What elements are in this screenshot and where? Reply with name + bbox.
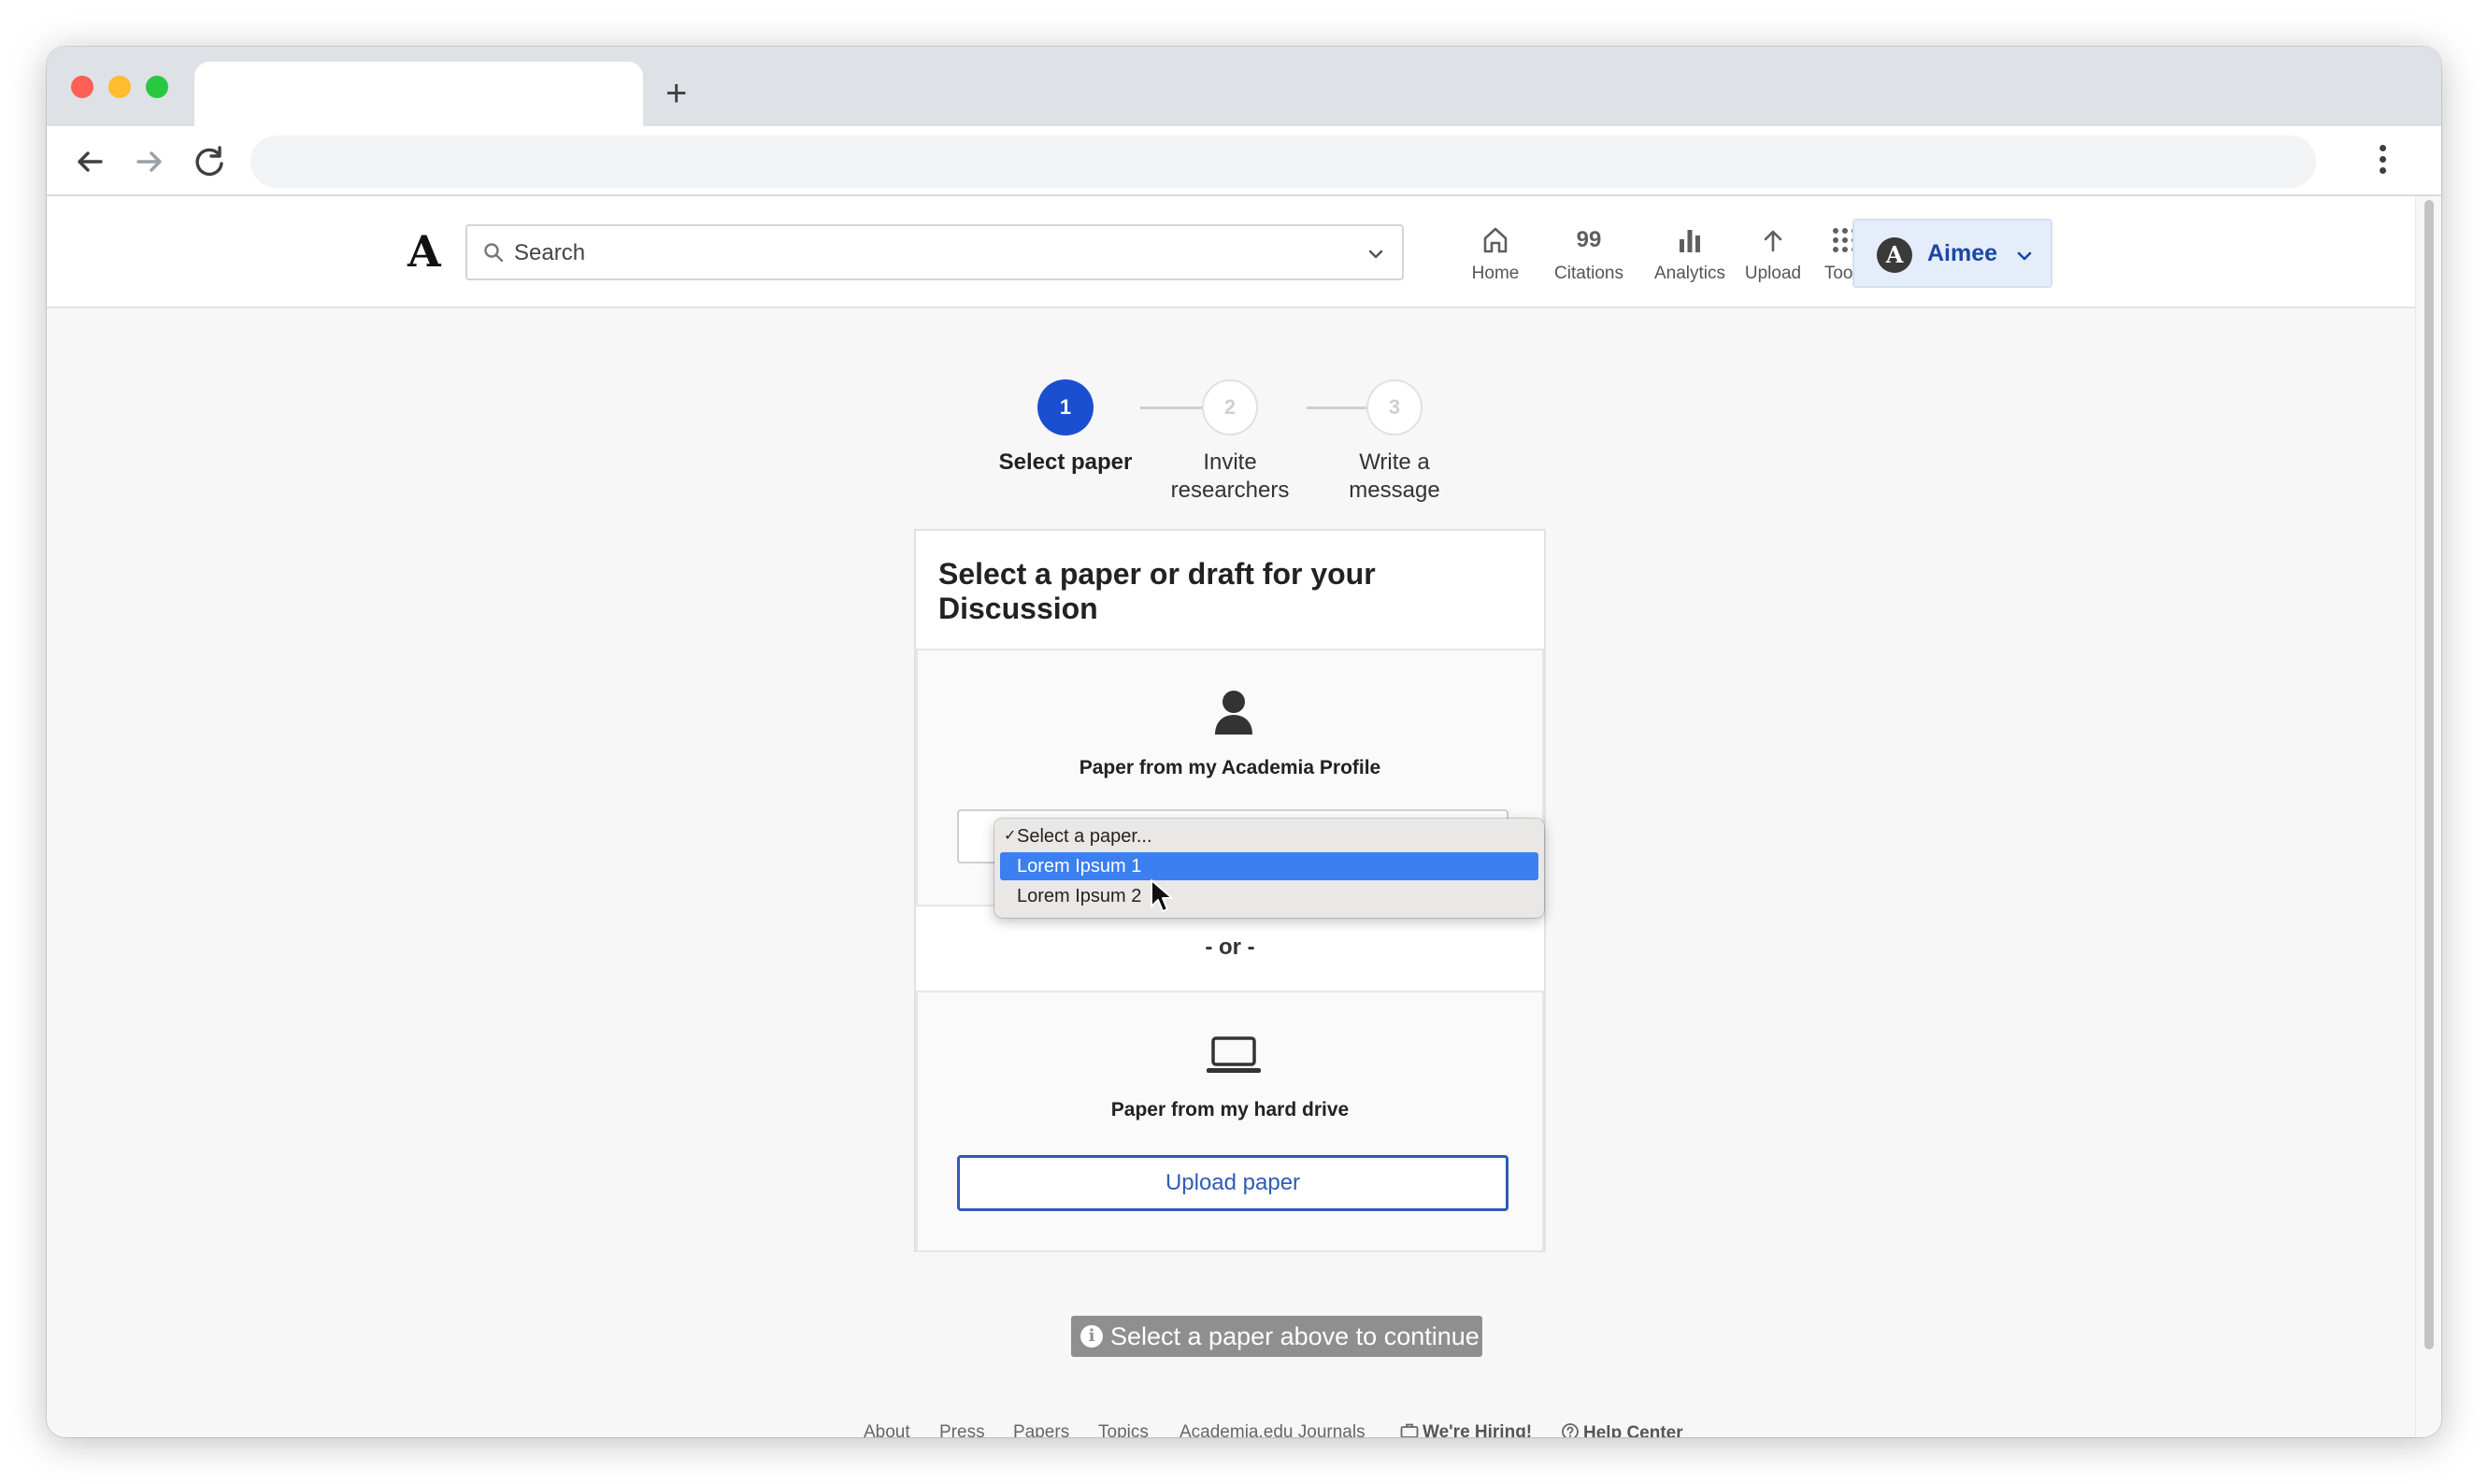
mouse-cursor-icon xyxy=(1151,879,1173,912)
continue-hint-text: Select a paper above to continue xyxy=(1110,1322,1480,1350)
minimize-window-button[interactable] xyxy=(108,76,131,98)
search-icon xyxy=(484,243,504,263)
help-icon xyxy=(1562,1423,1579,1437)
nav-analytics[interactable]: Analytics xyxy=(1643,222,1737,284)
footer-link-press[interactable]: Press xyxy=(939,1422,985,1437)
dropdown-option-lorem-ipsum-1[interactable]: Lorem Ipsum 1 xyxy=(1000,852,1538,880)
close-window-button[interactable] xyxy=(71,76,93,98)
user-menu-button[interactable]: A Aimee xyxy=(1852,219,2052,288)
site-header: A Search Home 99 Citations Analytics Upl… xyxy=(47,196,2415,308)
upload-paper-button[interactable]: Upload paper xyxy=(957,1155,1509,1211)
analytics-icon xyxy=(1643,222,1737,258)
footer-hiring-label: We're Hiring! xyxy=(1423,1422,1533,1437)
step-3-circle: 3 xyxy=(1366,379,1423,435)
footer-help-label: Help Center xyxy=(1583,1423,1683,1437)
nav-upload-label: Upload xyxy=(1744,264,1802,283)
footer-link-topics[interactable]: Topics xyxy=(1098,1422,1149,1437)
nav-upload[interactable]: Upload xyxy=(1740,222,1806,284)
nav-citations[interactable]: 99 Citations xyxy=(1542,222,1636,284)
address-bar[interactable] xyxy=(250,136,2316,188)
browser-menu-icon[interactable] xyxy=(2380,145,2387,174)
hard-drive-panel: Paper from my hard drive Upload paper xyxy=(916,991,1544,1252)
back-arrow-icon[interactable] xyxy=(69,141,110,182)
or-divider: - or - xyxy=(1205,935,1255,960)
tab-bar: + xyxy=(47,47,2441,126)
home-icon xyxy=(1467,222,1523,258)
profile-panel-title: Paper from my Academia Profile xyxy=(1079,757,1381,778)
person-icon xyxy=(1215,691,1252,735)
nav-home[interactable]: Home xyxy=(1467,222,1523,284)
scrollbar-thumb[interactable] xyxy=(2424,200,2434,1349)
dropdown-option-label: Lorem Ipsum 1 xyxy=(1017,856,1142,877)
nav-citations-label: Citations xyxy=(1554,264,1623,283)
page-scrollbar[interactable] xyxy=(2415,196,2441,1437)
reload-icon[interactable] xyxy=(189,141,230,182)
dropdown-option-placeholder[interactable]: ✓ Select a paper... xyxy=(1000,822,1538,850)
dropdown-option-label: Select a paper... xyxy=(1017,826,1152,847)
info-icon: i xyxy=(1080,1325,1103,1348)
briefcase-icon xyxy=(1400,1423,1419,1437)
footer-link-help[interactable]: Help Center xyxy=(1561,1422,1683,1437)
maximize-window-button[interactable] xyxy=(146,76,168,98)
dropdown-option-label: Lorem Ipsum 2 xyxy=(1017,886,1142,906)
dropdown-option-lorem-ipsum-2[interactable]: Lorem Ipsum 2 xyxy=(1000,882,1538,910)
chevron-down-icon[interactable] xyxy=(1366,245,1385,264)
upload-arrow-icon xyxy=(1740,222,1806,258)
footer-link-journals[interactable]: Academia.edu Journals xyxy=(1180,1422,1366,1437)
laptop-icon xyxy=(1207,1036,1261,1073)
paper-select-dropdown: ✓ Select a paper... Lorem Ipsum 1 Lorem … xyxy=(994,819,1544,918)
nav-home-label: Home xyxy=(1471,264,1520,283)
footer-link-papers[interactable]: Papers xyxy=(1013,1422,1069,1437)
academia-logo[interactable]: A xyxy=(408,226,441,277)
nav-analytics-label: Analytics xyxy=(1653,264,1726,283)
footer-link-about[interactable]: About xyxy=(864,1422,910,1437)
step-3-label: Write a message xyxy=(1349,449,1440,503)
search-placeholder: Search xyxy=(514,240,586,265)
continue-hint: i Select a paper above to continue xyxy=(1071,1316,1482,1357)
web-page: A Search Home 99 Citations Analytics Upl… xyxy=(47,196,2415,1437)
browser-window: + A Search Home 99 Citations Analytics U… xyxy=(47,47,2441,1437)
step-1-circle: 1 xyxy=(1037,379,1094,435)
step-2-circle: 2 xyxy=(1202,379,1258,435)
chevron-down-icon xyxy=(2017,251,2032,261)
forward-arrow-icon[interactable] xyxy=(129,141,170,182)
card-title: Select a paper or draft for your Discuss… xyxy=(916,531,1544,650)
hard-drive-panel-title: Paper from my hard drive xyxy=(1110,1099,1350,1120)
user-name: Aimee xyxy=(1927,240,1998,266)
browser-tab[interactable] xyxy=(194,62,643,126)
citations-icon: 99 xyxy=(1576,227,1602,252)
new-tab-button[interactable]: + xyxy=(665,71,687,116)
browser-toolbar-bar xyxy=(47,126,2441,196)
footer-link-hiring[interactable]: We're Hiring! xyxy=(1400,1422,1532,1437)
search-input[interactable]: Search xyxy=(465,224,1404,280)
avatar: A xyxy=(1877,237,1912,273)
checkmark-icon: ✓ xyxy=(1004,828,1017,844)
